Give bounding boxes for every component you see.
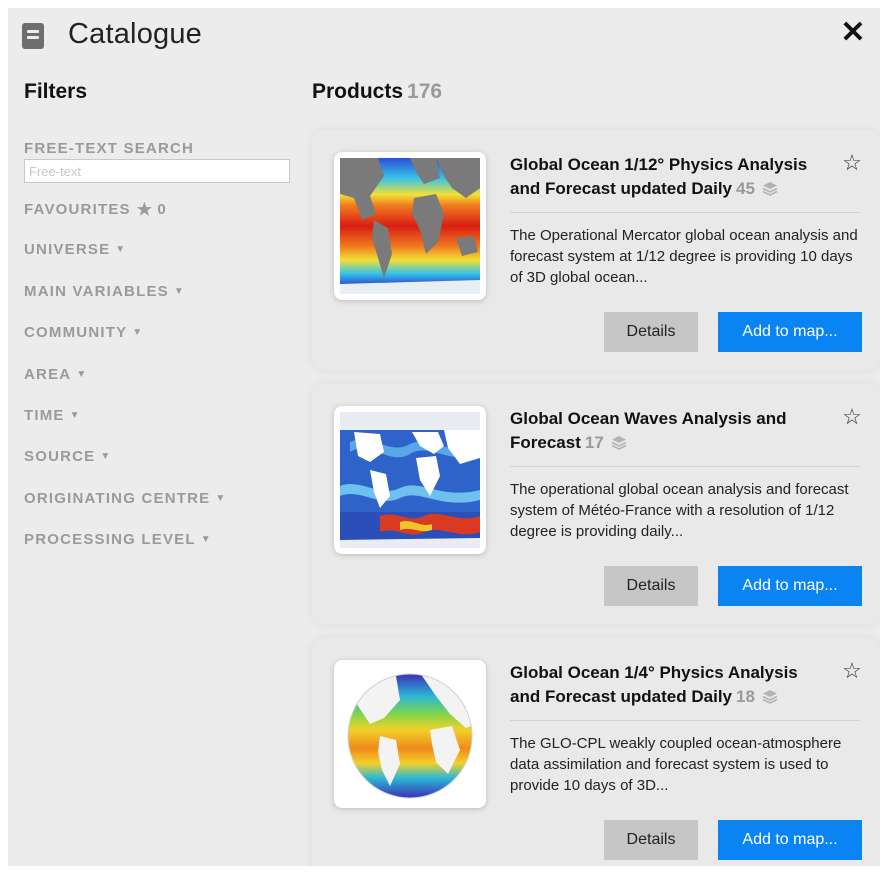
product-title-text: Global Ocean Waves Analysis and Forecast — [510, 409, 787, 452]
ocean-waves-map-icon — [340, 412, 480, 548]
product-description: The Operational Mercator global ocean an… — [510, 227, 858, 286]
product-card: Global Ocean 1/4° Physics Analysis and F… — [312, 638, 880, 866]
chevron-down-icon: ▼ — [100, 451, 111, 462]
ocean-globe-icon — [340, 666, 480, 802]
product-title[interactable]: Global Ocean 1/12° Physics Analysis and … — [510, 153, 830, 201]
product-card: Global Ocean 1/12° Physics Analysis and … — [312, 130, 880, 370]
filter-community[interactable]: COMMUNITY ▼ — [24, 324, 142, 341]
filter-originating-centre[interactable]: ORIGINATING CENTRE ▼ — [24, 490, 225, 507]
filter-label: UNIVERSE — [24, 241, 111, 258]
product-description: The GLO-CPL weakly coupled ocean-atmosph… — [510, 735, 842, 794]
close-icon[interactable]: ✕ — [838, 18, 868, 48]
filter-favourites[interactable]: FAVOURITES ★ 0 — [24, 200, 166, 220]
filter-label: TIME — [24, 407, 65, 424]
products-count: 176 — [407, 80, 443, 103]
chevron-down-icon: ▼ — [132, 327, 143, 338]
product-thumbnail[interactable] — [334, 152, 486, 300]
search-input[interactable] — [24, 159, 290, 183]
product-title-text: Global Ocean 1/4° Physics Analysis and F… — [510, 663, 798, 706]
layers-icon — [762, 690, 778, 704]
products-title: Products 176 — [312, 80, 442, 104]
products-panel: Products 176 Global Ocean 1/12° Physics … — [310, 64, 880, 866]
star-icon: ★ — [136, 200, 152, 219]
add-to-map-button[interactable]: Add to map... — [718, 312, 862, 352]
product-description: The operational global ocean analysis an… — [510, 481, 849, 540]
layer-count: 45 — [736, 179, 755, 198]
divider — [510, 212, 860, 213]
products-label: Products — [312, 80, 404, 103]
filter-area[interactable]: AREA ▼ — [24, 366, 86, 383]
filter-label: FAVOURITES — [24, 201, 131, 218]
ocean-temperature-map-icon — [340, 158, 480, 294]
layer-count: 18 — [736, 687, 755, 706]
favourite-star-icon[interactable]: ☆ — [840, 405, 864, 429]
favourite-star-icon[interactable]: ☆ — [840, 659, 864, 683]
filter-label: COMMUNITY — [24, 324, 128, 341]
filter-processing-level[interactable]: PROCESSING LEVEL ▼ — [24, 531, 211, 548]
filter-universe[interactable]: UNIVERSE ▼ — [24, 241, 125, 258]
add-to-map-button[interactable]: Add to map... — [718, 820, 862, 860]
chevron-down-icon: ▼ — [200, 534, 211, 545]
chevron-down-icon: ▼ — [215, 493, 226, 504]
chevron-down-icon: ▼ — [115, 244, 126, 255]
filter-label: AREA — [24, 366, 72, 383]
page-title: Catalogue — [68, 18, 203, 50]
search-label: FREE-TEXT SEARCH — [24, 140, 195, 157]
filter-time[interactable]: TIME ▼ — [24, 407, 80, 424]
filter-label: ORIGINATING CENTRE — [24, 490, 211, 507]
layers-icon — [611, 436, 626, 450]
catalogue-panel: Catalogue ✕ Filters FREE-TEXT SEARCH FAV… — [8, 8, 880, 866]
product-thumbnail[interactable] — [334, 660, 486, 808]
product-thumbnail[interactable] — [334, 406, 486, 554]
chevron-down-icon: ▼ — [173, 286, 184, 297]
filter-main-variables[interactable]: MAIN VARIABLES ▼ — [24, 283, 184, 300]
header: Catalogue ✕ — [8, 8, 880, 64]
favourite-star-icon[interactable]: ☆ — [840, 151, 864, 175]
book-icon — [22, 23, 44, 49]
filter-label: PROCESSING LEVEL — [24, 531, 196, 548]
details-button[interactable]: Details — [604, 820, 698, 860]
chevron-down-icon: ▼ — [76, 369, 87, 380]
divider — [510, 720, 860, 721]
details-button[interactable]: Details — [604, 312, 698, 352]
layer-count: 17 — [584, 433, 604, 452]
product-title[interactable]: Global Ocean Waves Analysis and Forecast… — [510, 407, 830, 455]
filter-label: SOURCE — [24, 448, 96, 465]
layers-icon — [762, 182, 778, 196]
details-button[interactable]: Details — [604, 566, 698, 606]
add-to-map-button[interactable]: Add to map... — [718, 566, 862, 606]
filter-label: MAIN VARIABLES — [24, 283, 169, 300]
favourites-count: 0 — [157, 201, 166, 218]
filter-source[interactable]: SOURCE ▼ — [24, 448, 110, 465]
filters-title: Filters — [24, 80, 88, 103]
divider — [510, 466, 860, 467]
product-card: Global Ocean Waves Analysis and Forecast… — [312, 384, 880, 624]
product-title[interactable]: Global Ocean 1/4° Physics Analysis and F… — [510, 661, 830, 709]
chevron-down-icon: ▼ — [69, 410, 80, 421]
